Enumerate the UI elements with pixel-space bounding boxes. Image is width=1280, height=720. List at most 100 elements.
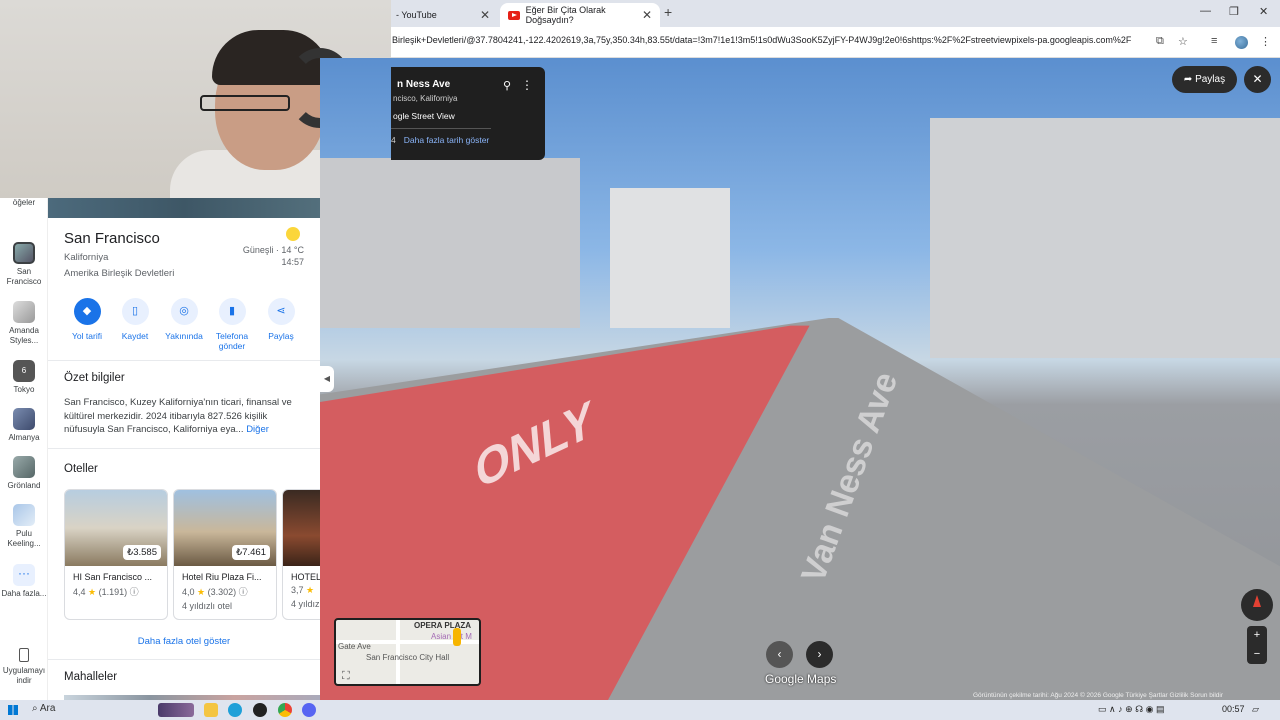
edge-icon[interactable] <box>228 703 242 717</box>
pin-icon[interactable]: ⚲ <box>503 79 511 92</box>
windows-start-icon[interactable] <box>8 705 18 715</box>
rail-item-pulu-keeling[interactable]: Pulu Keeling... <box>0 504 48 549</box>
hotel-class: 4 yıldızlı otel <box>182 601 233 611</box>
expand-icon[interactable]: ⛶ <box>342 670 350 683</box>
hotel-rating: 4,0 ★ (3.302) ⓘ <box>174 582 276 598</box>
rating-value: 4,4 <box>73 587 86 597</box>
share-place-button[interactable]: ⋖ Paylaş <box>254 298 308 341</box>
rail-label: Uygulamayı indir <box>2 666 46 685</box>
hotel-name: HI San Francisco ... <box>73 572 153 582</box>
directions-button[interactable]: ◆ Yol tarifi <box>60 298 114 341</box>
hotel-name: HOTEL <box>291 572 320 582</box>
directions-icon: ◆ <box>73 298 101 325</box>
tray-icons[interactable]: ▭ ∧ ♪ ⊕ ☊ ◉ ▤ <box>1098 704 1165 715</box>
minimap-label: Asian Art M <box>431 632 472 641</box>
menu-icon[interactable]: ⋮ <box>1260 35 1271 48</box>
zoom-in-icon[interactable]: + <box>1247 626 1267 645</box>
taskbar-search[interactable]: ⌕ Ara <box>32 703 55 714</box>
rail-item-san-francisco[interactable]: San Francisco <box>0 242 48 287</box>
local-time: 14:57 <box>281 257 304 267</box>
rail-app-download[interactable]: Uygulamayı indir <box>0 648 48 686</box>
share-button[interactable]: ➦ Paylaş <box>1172 66 1237 93</box>
minimap-label: OPERA PLAZA <box>414 621 472 630</box>
install-icon[interactable]: ⧉ <box>1156 35 1164 48</box>
review-count: (3.302) <box>207 587 237 597</box>
rail-item-tokyo[interactable]: 6 Tokyo <box>0 360 48 395</box>
youtube-icon <box>508 10 520 20</box>
more-options-icon[interactable]: ⋮ <box>521 78 533 92</box>
media-icon[interactable]: ≡ <box>1211 35 1217 47</box>
more-hotels-link[interactable]: Daha fazla otel göster <box>48 636 320 647</box>
rail-label: Almanya <box>8 433 40 442</box>
action-row: ◆ Yol tarifi ▯ Kaydet ◎ Yakınında ▮ Tele… <box>48 298 320 358</box>
save-button[interactable]: ▯ Kaydet <box>108 298 162 341</box>
more-dates-link[interactable]: Daha fazla tarih göster <box>404 135 490 145</box>
rail-item-almanya[interactable]: Almanya <box>0 408 48 443</box>
close-window-icon[interactable]: ✕ <box>1259 5 1268 18</box>
neighborhoods-title: Mahalleler <box>64 671 118 683</box>
info-icon[interactable]: ⓘ <box>239 587 248 597</box>
search-label: Ara <box>39 703 56 714</box>
next-arrow-icon[interactable]: › <box>806 641 833 668</box>
discord-icon[interactable] <box>302 703 316 717</box>
date-link[interactable]: 4 Daha fazla tarih göster <box>391 135 489 145</box>
close-tab-icon[interactable]: ✕ <box>642 8 652 22</box>
nearby-icon: ◎ <box>170 298 198 325</box>
tab-youtube[interactable]: - YouTube ✕ <box>388 3 498 27</box>
restore-icon[interactable]: ❐ <box>1229 5 1239 18</box>
nearby-button[interactable]: ◎ Yakınında <box>157 298 211 341</box>
rail-item-gronland[interactable]: Grönland <box>0 456 48 491</box>
rail-label: Daha fazla... <box>1 589 47 598</box>
action-label: Yol tarifi <box>72 331 102 341</box>
place-panel: San Francisco Kaliforniya Amerika Birleş… <box>48 198 320 700</box>
rail-item-more[interactable]: ··· Daha fazla... <box>0 564 48 599</box>
bookmark-star-icon[interactable]: ☆ <box>1178 35 1188 48</box>
rating-value: 4,0 <box>182 587 195 597</box>
hotel-price: ₺3.585 <box>123 545 161 560</box>
share-icon: ⋖ <box>267 298 295 325</box>
chrome-icon[interactable] <box>278 703 292 717</box>
hotel-card[interactable]: ₺3.585 HI San Francisco ... 4,4 ★ (1.191… <box>64 489 168 620</box>
building-mid <box>610 188 730 328</box>
compass-icon[interactable] <box>1241 589 1273 621</box>
prev-arrow-icon[interactable]: ‹ <box>766 641 793 668</box>
rail-label: Amanda Styles... <box>9 326 39 345</box>
rail-label: Grönland <box>7 481 41 490</box>
star-icon: ★ <box>197 587 206 597</box>
hotel-card[interactable]: ₺7.461 Hotel Riu Plaza Fi... 4,0 ★ (3.30… <box>173 489 277 620</box>
sun-icon <box>286 227 300 241</box>
place-title: San Francisco <box>64 230 160 247</box>
building-right <box>930 118 1280 358</box>
info-icon[interactable]: ⓘ <box>130 587 139 597</box>
hotel-rating: 4,4 ★ (1.191) ⓘ <box>65 582 167 598</box>
review-count: (1.191) <box>98 587 128 597</box>
summary-more-link[interactable]: Diğer <box>246 424 269 435</box>
folder-icon[interactable] <box>204 703 218 717</box>
app-icon[interactable] <box>253 703 267 717</box>
collapse-panel-icon[interactable]: ◀ <box>320 366 334 392</box>
taskbar-widget[interactable] <box>158 703 194 717</box>
hotel-card[interactable]: HOTEL 3,7 ★ 4 yıldız <box>282 489 320 620</box>
notification-icon[interactable]: ▱ <box>1252 704 1259 715</box>
tab-video[interactable]: Eğer Bir Çita Olarak Doğsaydın? ✕ <box>500 3 660 27</box>
hotels-title: Oteller <box>64 463 98 475</box>
street-city: ncisco, Kaliforniya <box>393 94 458 103</box>
rail-label: Tokyo <box>13 385 35 394</box>
url-field[interactable]: Birleşik+Devletleri/@37.7804241,-122.420… <box>392 35 1152 45</box>
send-to-phone-button[interactable]: ▮ Telefona gönder <box>205 298 259 351</box>
divider <box>48 360 320 361</box>
profile-avatar[interactable] <box>1235 36 1248 49</box>
minimize-icon[interactable]: — <box>1200 5 1211 17</box>
webcam-glasses <box>200 95 290 111</box>
phone-icon: ▮ <box>218 298 246 325</box>
close-tab-icon[interactable]: ✕ <box>480 8 490 22</box>
zoom-out-icon[interactable]: − <box>1247 645 1267 664</box>
hotel-name: Hotel Riu Plaza Fi... <box>182 572 262 582</box>
rail-thumb <box>13 301 35 323</box>
rail-item-amanda[interactable]: Amanda Styles... <box>0 301 48 346</box>
close-streetview-button[interactable]: ✕ <box>1244 66 1271 93</box>
new-tab-icon[interactable]: + <box>664 4 672 20</box>
clock[interactable]: 00:57 <box>1222 704 1245 714</box>
minimap[interactable]: OPERA PLAZA Asian Art M Gate Ave San Fra… <box>334 618 481 686</box>
divider <box>48 448 320 449</box>
